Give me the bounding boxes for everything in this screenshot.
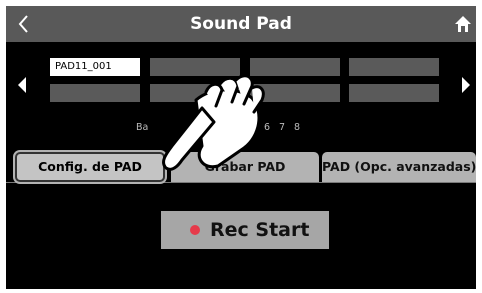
next-pads-button[interactable] — [458, 72, 474, 98]
title-bar: Sound Pad — [6, 6, 476, 42]
tab-pad-config[interactable]: Config. de PAD — [15, 152, 165, 182]
bank-number[interactable]: 7 — [279, 121, 285, 135]
sound-pad-screen: Sound Pad PAD11_001 Ba 4 — [6, 6, 476, 289]
pad-slot[interactable] — [50, 84, 140, 102]
pad-name: PAD11_001 — [55, 61, 112, 72]
back-button[interactable] — [10, 10, 38, 38]
pad-slot[interactable] — [349, 84, 439, 102]
rec-start-label: Rec Start — [210, 219, 310, 241]
tab-pad-advanced[interactable]: PAD (Opc. avanzadas) — [322, 152, 476, 182]
triangle-left-icon — [18, 77, 26, 93]
pointing-hand-icon — [162, 74, 265, 171]
bank-label: Ba — [136, 122, 149, 133]
prev-pads-button[interactable] — [14, 72, 30, 98]
rec-start-button[interactable]: Rec Start — [161, 211, 329, 249]
record-dot-icon — [190, 225, 200, 235]
triangle-right-icon — [462, 77, 470, 93]
chevron-left-icon — [18, 15, 28, 33]
tabs-divider — [6, 182, 476, 183]
pad-slot-selected[interactable]: PAD11_001 — [50, 58, 140, 76]
page-title: Sound Pad — [190, 14, 292, 34]
home-button[interactable] — [454, 15, 472, 33]
home-icon — [455, 16, 471, 32]
bank-number[interactable]: 8 — [294, 121, 300, 135]
pad-slot[interactable] — [349, 58, 439, 76]
